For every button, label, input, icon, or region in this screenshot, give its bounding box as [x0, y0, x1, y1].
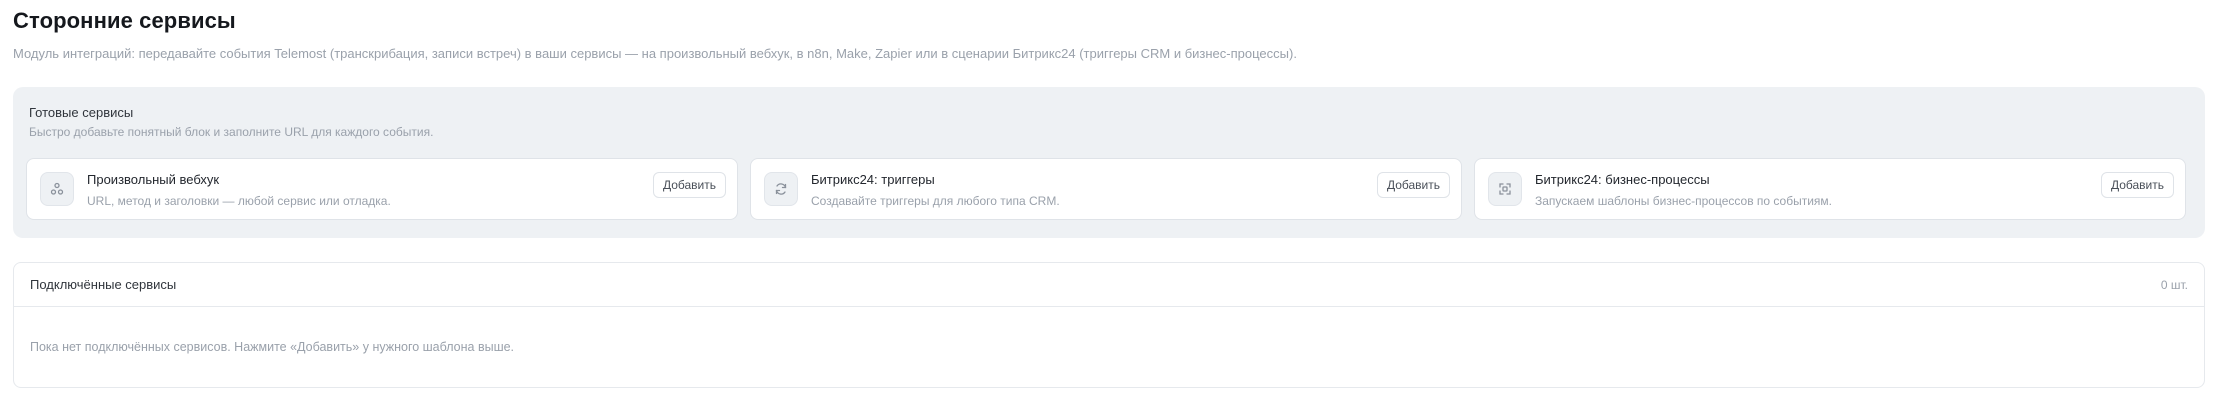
page: Сторонние сервисы Модуль интеграций: пер…	[0, 0, 2213, 401]
service-card-bitrix-triggers: Битрикс24: триггеры Создавайте триггеры …	[750, 158, 1462, 220]
process-icon	[1488, 172, 1522, 206]
webhook-icon	[40, 172, 74, 206]
service-card-title: Битрикс24: триггеры	[811, 172, 935, 187]
divider	[14, 306, 2204, 307]
service-card-description: Создавайте триггеры для любого типа CRM.	[811, 194, 1060, 208]
page-description: Модуль интеграций: передавайте события T…	[13, 46, 1297, 61]
page-title: Сторонние сервисы	[13, 8, 236, 33]
connected-services-count: 0 шт.	[2160, 278, 2188, 292]
service-card-webhook: Произвольный вебхук URL, метод и заголов…	[26, 158, 738, 220]
ready-services-panel: Готовые сервисы Быстро добавьте понятный…	[13, 87, 2205, 238]
add-bitrix-triggers-button[interactable]: Добавить	[1376, 172, 1450, 198]
connected-services-panel: Подключённые сервисы 0 шт. Пока нет подк…	[13, 262, 2205, 388]
service-card-title: Битрикс24: бизнес-процессы	[1535, 172, 1710, 187]
connected-services-empty-state: Пока нет подключённых сервисов. Нажмите …	[30, 340, 515, 354]
ready-services-title: Готовые сервисы	[29, 105, 134, 120]
add-bitrix-processes-button[interactable]: Добавить	[2100, 172, 2174, 198]
refresh-icon	[764, 172, 798, 206]
service-card-title: Произвольный вебхук	[87, 172, 220, 187]
service-card-description: Запускаем шаблоны бизнес-процессов по со…	[1535, 194, 1833, 208]
connected-services-title: Подключённые сервисы	[30, 277, 177, 292]
add-webhook-button[interactable]: Добавить	[652, 172, 726, 198]
service-card-bitrix-processes: Битрикс24: бизнес-процессы Запускаем шаб…	[1474, 158, 2186, 220]
ready-services-subtitle: Быстро добавьте понятный блок и заполнит…	[29, 125, 434, 139]
service-card-description: URL, метод и заголовки — любой сервис ил…	[87, 194, 391, 208]
